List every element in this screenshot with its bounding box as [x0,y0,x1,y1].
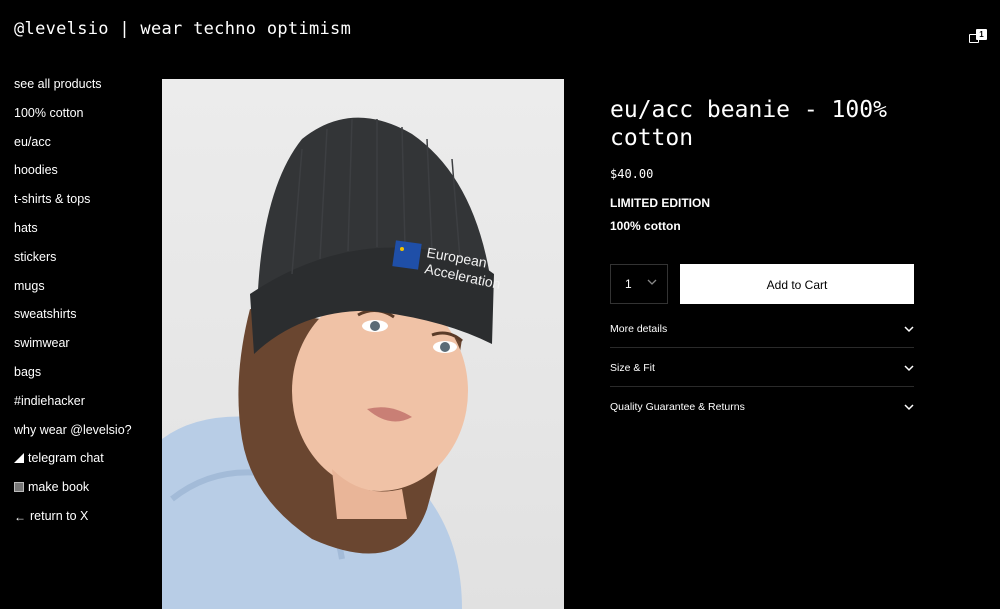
sidebar-item-label: telegram chat [28,451,104,466]
sidebar-item-stickers[interactable]: stickers [14,249,132,278]
sidebar-item-indiehacker[interactable]: #indiehacker [14,393,132,422]
accordion-more-details[interactable]: More details [610,309,914,348]
sidebar-item-label: return to X [30,508,89,523]
sidebar-item-100-cotton[interactable]: 100% cotton [14,105,132,134]
left-arrow-icon: ← [14,509,26,524]
quantity-value: 1 [625,277,632,291]
sidebar-item-hats[interactable]: hats [14,220,132,249]
product-title: eu/acc beanie - 100% cotton [610,97,887,151]
chevron-down-icon [647,279,657,285]
sidebar-item-label: 100% cotton [14,105,84,120]
triangle-icon [14,453,24,464]
sidebar-item-eu-acc[interactable]: eu/acc [14,134,132,163]
add-to-cart-button[interactable]: Add to Cart [680,264,914,304]
square-icon [14,482,24,493]
sidebar-item-swimwear[interactable]: swimwear [14,335,132,364]
sidebar-item-hoodies[interactable]: hoodies [14,162,132,191]
sidebar-item-label: make book [28,480,90,495]
sidebar-item-see-all-products[interactable]: see all products [14,76,132,105]
sidebar-item-label: why wear @levelsio? [14,422,132,437]
sidebar-item-label: stickers [14,249,57,264]
site-title[interactable]: @levelsio | wear techno optimism [14,19,351,39]
sidebar-item-label: eu/acc [14,134,51,149]
cart-button[interactable]: 1 [969,29,987,43]
sidebar-item-sweatshirts[interactable]: sweatshirts [14,306,132,335]
sidebar-item-why-wear[interactable]: why wear @levelsio? [14,422,132,451]
sidebar-item-telegram-chat[interactable]: telegram chat [14,450,132,479]
accordion-label: More details [610,323,668,335]
sidebar-item-label: swimwear [14,336,70,351]
sidebar-item-label: mugs [14,278,45,293]
cart-count-badge: 1 [976,29,987,40]
quantity-select[interactable]: 1 [610,264,668,304]
accordion-size-fit[interactable]: Size & Fit [610,348,914,387]
sidebar-nav: see all products 100% cotton eu/acc hood… [14,76,132,537]
sidebar-item-t-shirts-tops[interactable]: t-shirts & tops [14,191,132,220]
product-accordion: More details Size & Fit Quality Guarante… [610,309,914,426]
chevron-down-icon [904,404,914,411]
accordion-label: Size & Fit [610,362,655,374]
edition-label: LIMITED EDITION [610,196,710,210]
sidebar-item-bags[interactable]: bags [14,364,132,393]
chevron-down-icon [904,365,914,372]
sidebar-item-label: hoodies [14,163,58,178]
sidebar-item-return-to-x[interactable]: ← return to X [14,508,132,537]
product-price: $40.00 [610,167,654,181]
sidebar-item-label: t-shirts & tops [14,192,91,207]
sidebar-item-label: bags [14,364,42,379]
sidebar-item-label: sweatshirts [14,307,77,322]
sidebar-item-make-book[interactable]: make book [14,479,132,508]
sidebar-item-label: see all products [14,77,102,91]
sidebar-item-mugs[interactable]: mugs [14,278,132,307]
accordion-quality-guarantee[interactable]: Quality Guarantee & Returns [610,387,914,426]
sidebar-item-label: hats [14,220,38,235]
product-image[interactable]: European Acceleration [162,79,564,609]
material-label: 100% cotton [610,219,681,233]
product-photo-illustration: European Acceleration [162,117,502,609]
accordion-label: Quality Guarantee & Returns [610,401,745,413]
sidebar-item-label: #indiehacker [14,393,85,408]
chevron-down-icon [904,326,914,333]
